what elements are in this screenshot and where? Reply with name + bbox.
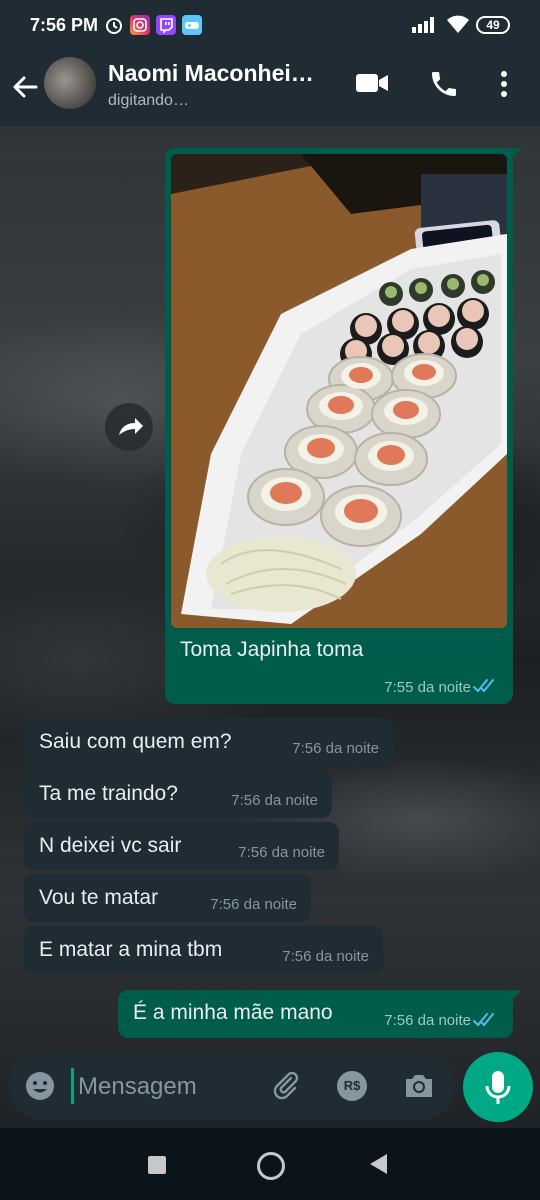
status-time: 7:56 PM — [30, 15, 99, 35]
payment-icon[interactable]: R$ — [337, 1071, 367, 1101]
message-text: N deixei vc sair — [39, 834, 182, 857]
instagram-icon — [130, 15, 150, 35]
game-controller-icon — [182, 15, 202, 35]
incoming-message[interactable]: Vou te matar 7:56 da noite — [24, 874, 311, 922]
message-text: E matar a mina tbm — [39, 938, 223, 961]
attach-icon[interactable] — [270, 1070, 302, 1102]
text-cursor — [71, 1068, 74, 1104]
message-composer: R$ — [8, 1052, 456, 1120]
message-text: Vou te matar — [39, 886, 159, 909]
message-text: Ta me traindo? — [39, 782, 178, 805]
home-icon[interactable] — [257, 1152, 285, 1180]
message-time: 7:56 da noite — [384, 1012, 471, 1029]
wifi-icon — [446, 14, 470, 34]
system-nav-bar — [0, 1128, 540, 1200]
sushi-photo[interactable] — [171, 154, 507, 628]
incoming-message[interactable]: Ta me traindo? 7:56 da noite — [24, 770, 332, 818]
message-time: 7:55 da noite — [384, 679, 471, 696]
read-ticks-icon — [473, 1012, 499, 1028]
message-time: 7:56 da noite — [282, 948, 369, 965]
contact-avatar[interactable] — [44, 57, 96, 109]
video-call-icon[interactable] — [354, 68, 390, 98]
status-bar: 7:56 PM 49 — [0, 0, 540, 52]
chat-header: Naomi Maconhei… digitando… — [0, 52, 540, 126]
image-caption: Toma Japinha toma — [180, 638, 364, 661]
message-time: 7:56 da noite — [210, 896, 297, 913]
message-time: 7:56 da noite — [292, 740, 379, 757]
incoming-message[interactable]: Saiu com quem em? 7:56 da noite — [24, 718, 393, 766]
phone-icon[interactable] — [428, 68, 460, 100]
mic-icon[interactable] — [463, 1052, 533, 1122]
camera-icon[interactable] — [402, 1070, 436, 1102]
twitch-icon — [156, 15, 176, 35]
read-ticks-icon — [473, 678, 499, 694]
forward-icon[interactable] — [105, 403, 153, 451]
incoming-message[interactable]: N deixei vc sair 7:56 da noite — [24, 822, 339, 870]
incoming-message[interactable]: E matar a mina tbm 7:56 da noite — [24, 926, 383, 974]
message-text: Saiu com quem em? — [39, 730, 232, 753]
emoji-icon[interactable] — [24, 1070, 56, 1102]
typing-status: digitando… — [108, 92, 189, 109]
alarm-icon — [104, 15, 124, 35]
image-message-bubble[interactable]: Toma Japinha toma 7:55 da noite — [165, 148, 513, 704]
recent-apps-icon[interactable] — [148, 1156, 166, 1174]
contact-name[interactable]: Naomi Maconhei… — [108, 60, 314, 87]
back-arrow-icon[interactable] — [8, 70, 42, 104]
outgoing-message[interactable]: É a minha mãe mano 7:56 da noite — [118, 990, 513, 1038]
message-time: 7:56 da noite — [238, 844, 325, 861]
battery-icon: 49 — [476, 16, 510, 34]
more-vert-icon[interactable] — [494, 68, 514, 100]
message-text: É a minha mãe mano — [133, 1001, 333, 1024]
back-icon[interactable] — [370, 1154, 387, 1174]
message-time: 7:56 da noite — [231, 792, 318, 809]
message-input[interactable] — [76, 1066, 270, 1108]
signal-icon — [412, 17, 436, 33]
